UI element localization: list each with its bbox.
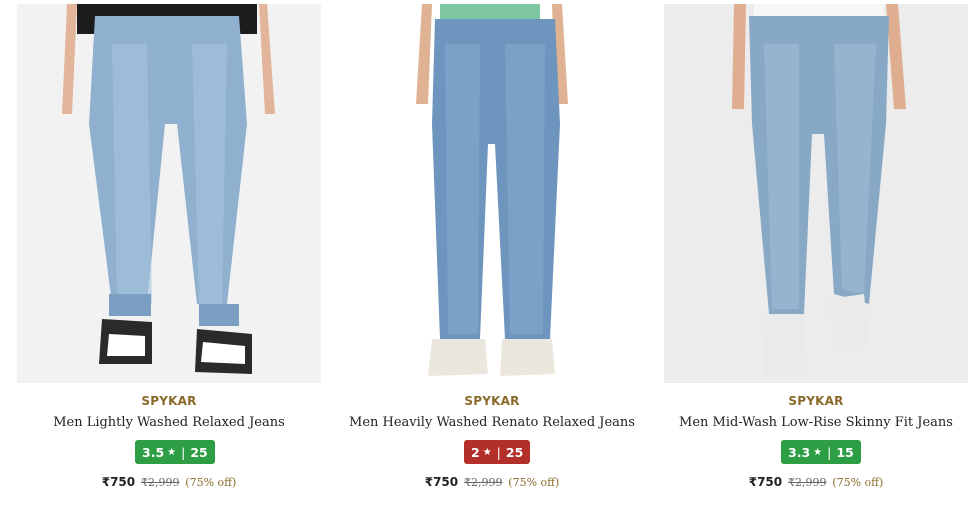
sale-price: ₹750 [101,475,136,489]
mrp-price: ₹2,999 [464,476,503,489]
rating-value: 2 [471,444,480,460]
rating-count: 15 [836,444,854,460]
price-row: ₹750 ₹2,999 (75% off) [664,475,968,489]
star-icon: ★ [167,446,177,458]
product-brand: SPYKAR [788,394,844,408]
product-image[interactable] [340,4,644,383]
jeans-image [664,4,968,383]
jeans-image [340,4,644,383]
product-card[interactable]: SPYKAR Men Mid-Wash Low-Rise Skinny Fit … [664,0,970,510]
sale-price: ₹750 [424,475,459,489]
rating-separator: | [827,444,832,460]
mrp-currency: ₹ [463,476,471,489]
rating-badge: 3.3 ★ | 15 [781,440,861,464]
mrp-currency: ₹ [140,476,148,489]
rating-separator: | [496,444,501,460]
product-card[interactable]: SPYKAR Men Lightly Washed Relaxed Jeans … [17,0,323,510]
product-image[interactable] [664,4,968,383]
discount-label: (75% off) [832,476,884,489]
product-title[interactable]: Men Mid-Wash Low-Rise Skinny Fit Jeans [664,415,968,430]
product-brand: SPYKAR [464,394,520,408]
star-icon: ★ [482,446,492,458]
mrp-value: 2,999 [147,476,180,489]
rating-value: 3.3 [788,444,811,460]
product-grid: SPYKAR Men Lightly Washed Relaxed Jeans … [0,0,978,510]
rating-count: 25 [505,444,524,460]
product-title[interactable]: Men Heavily Washed Renato Relaxed Jeans [340,415,644,430]
mrp-value: 2,999 [470,476,503,489]
price-row: ₹750 ₹2,999 (75% off) [340,475,644,489]
product-brand: SPYKAR [141,394,197,408]
product-title[interactable]: Men Lightly Washed Relaxed Jeans [17,415,321,430]
rating-count: 25 [190,444,208,460]
product-image[interactable] [17,4,321,383]
rating-badge: 2 ★ | 25 [464,440,531,464]
rating-value: 3.5 [142,444,165,460]
mrp-currency: ₹ [787,476,795,489]
star-icon: ★ [813,446,823,458]
jeans-image [17,4,321,383]
product-card[interactable]: SPYKAR Men Heavily Washed Renato Relaxed… [340,0,646,510]
price-row: ₹750 ₹2,999 (75% off) [17,475,321,489]
rating-separator: | [181,444,186,460]
mrp-price: ₹2,999 [141,476,180,489]
rating-badge: 3.5 ★ | 25 [135,440,215,464]
discount-label: (75% off) [508,476,560,489]
mrp-price: ₹2,999 [788,476,827,489]
discount-label: (75% off) [185,476,237,489]
mrp-value: 2,999 [794,476,827,489]
sale-price: ₹750 [748,475,783,489]
